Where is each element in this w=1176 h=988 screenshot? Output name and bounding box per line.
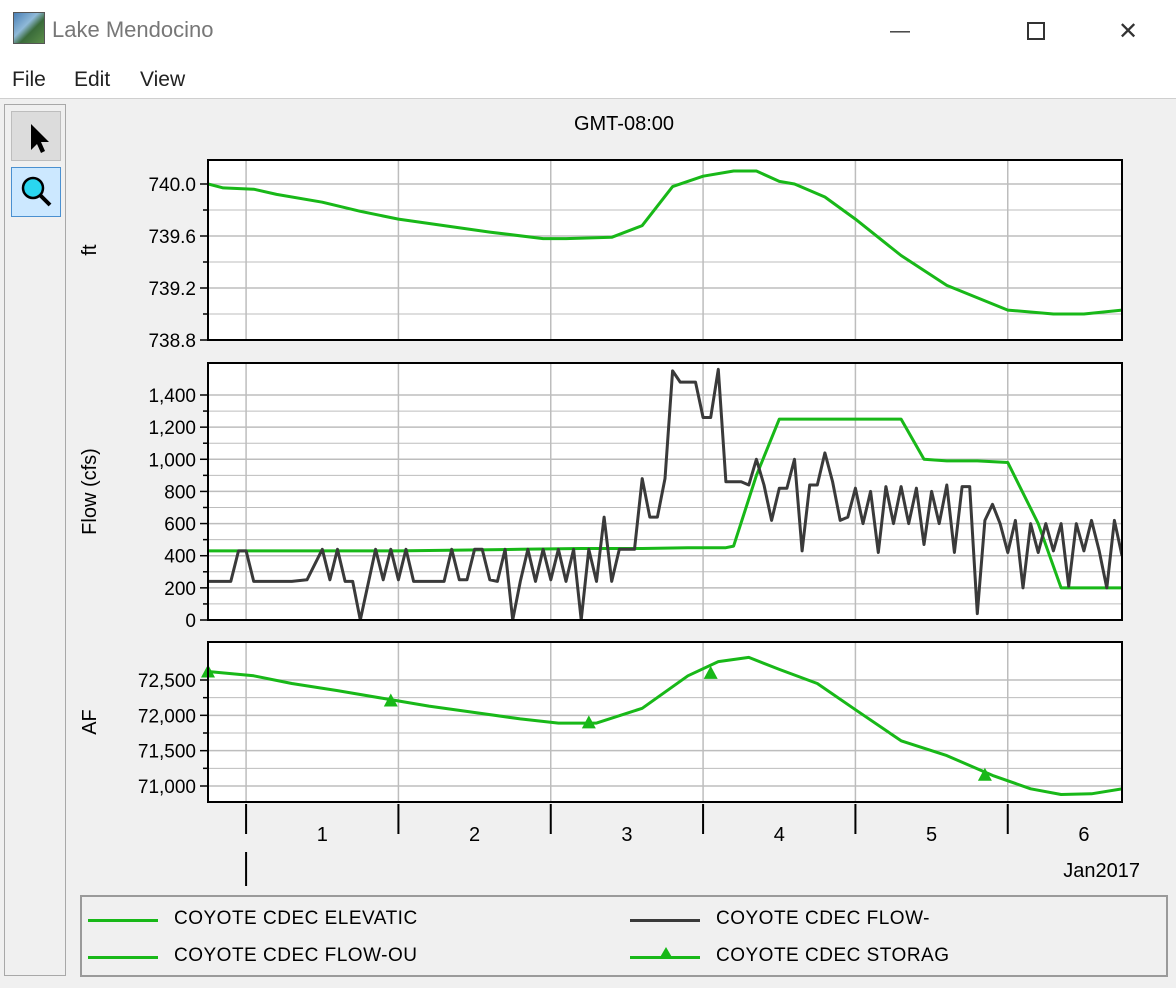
- chart-panel-1: 1,400 1,200 1,000 800 600 400 200 0 Flow (cfs): [79, 362, 1123, 632]
- y-axis-label: Flow (cfs): [79, 448, 101, 535]
- magnifier-icon: [21, 176, 52, 207]
- timezone-label: GMT-08:00: [574, 113, 674, 135]
- legend-label: COYOTE CDEC ELEVATIC: [174, 908, 418, 929]
- x-axis: 1 2 3 4 5 6 Jan2017: [245, 804, 1140, 886]
- y-tick-label: 71,500: [138, 742, 196, 763]
- y-tick-label: 400: [164, 547, 196, 568]
- y-tick-label: 200: [164, 579, 196, 600]
- y-tick-label: 1,400: [148, 386, 196, 407]
- y-tick-label: 800: [164, 482, 196, 503]
- y-axis-label: ft: [79, 244, 101, 256]
- zoom-tool-button[interactable]: [11, 167, 61, 217]
- close-icon: ✕: [1117, 17, 1139, 45]
- y-tick-label: 740.0: [148, 175, 196, 196]
- y-axis-label: AF: [79, 709, 101, 735]
- x-month-label: Jan2017: [1063, 860, 1140, 882]
- y-tick-label: 72,500: [138, 671, 196, 692]
- close-button[interactable]: ✕: [1082, 0, 1174, 62]
- y-tick-label: 600: [164, 515, 196, 536]
- legend-label: COYOTE CDEC STORAG: [716, 945, 950, 966]
- maximize-button[interactable]: [990, 0, 1082, 62]
- menu-file[interactable]: File: [12, 68, 46, 92]
- y-tick-label: 1,000: [148, 450, 196, 471]
- x-tick-label: 6: [1078, 824, 1089, 846]
- legend-item-storage[interactable]: COYOTE CDEC STORAG: [630, 945, 1060, 969]
- y-tick-label: 739.2: [148, 279, 196, 300]
- x-tick-label: 2: [469, 824, 480, 846]
- panel-background: [208, 160, 1122, 340]
- title-bar: Lake Mendocino — ✕: [0, 0, 1176, 62]
- plot-region: GMT-08:00 740.0 739.6 739.2 738.8 ft 1,400 1,20…: [66, 104, 1176, 988]
- legend-item-elevation[interactable]: COYOTE CDEC ELEVATIC: [88, 908, 518, 932]
- x-tick-label: 5: [926, 824, 937, 846]
- chart-panel-2: 72,500 72,000 71,500 71,000 AF: [79, 641, 1123, 803]
- x-tick-label: 4: [774, 824, 785, 846]
- minimize-icon: —: [890, 19, 910, 42]
- menu-edit[interactable]: Edit: [74, 68, 110, 92]
- y-tick-label: 71,000: [138, 777, 196, 798]
- x-tick-label: 1: [317, 824, 328, 846]
- tool-palette: [4, 104, 66, 976]
- maximize-icon: [1027, 22, 1045, 40]
- menu-view[interactable]: View: [140, 68, 185, 92]
- legend-item-flow-in[interactable]: COYOTE CDEC FLOW-: [630, 908, 1060, 932]
- window-title: Lake Mendocino: [52, 17, 214, 42]
- menu-bar: File Edit View: [0, 62, 1176, 99]
- legend: COYOTE CDEC ELEVATIC COYOTE CDEC FLOW- C…: [80, 895, 1168, 977]
- legend-label: COYOTE CDEC FLOW-OU: [174, 945, 418, 966]
- legend-swatch: [88, 919, 158, 922]
- legend-triangle-marker: [659, 947, 673, 959]
- minimize-button[interactable]: —: [854, 0, 946, 62]
- y-tick-label: 1,200: [148, 418, 196, 439]
- pointer-arrow-icon: [31, 124, 49, 153]
- x-tick-label: 3: [621, 824, 632, 846]
- app-icon: [13, 12, 45, 44]
- y-tick-label: 738.8: [148, 331, 196, 352]
- y-tick-label: 739.6: [148, 227, 196, 248]
- y-tick-label: 72,000: [138, 706, 196, 727]
- legend-label: COYOTE CDEC FLOW-: [716, 908, 930, 929]
- legend-swatch: [88, 956, 158, 959]
- legend-item-flow-out[interactable]: COYOTE CDEC FLOW-OU: [88, 945, 518, 969]
- legend-swatch: [630, 919, 700, 922]
- pointer-tool-button[interactable]: [11, 111, 61, 161]
- chart-panel-0: 740.0 739.6 739.2 738.8 ft: [79, 159, 1123, 352]
- time-series-chart[interactable]: GMT-08:00 740.0 739.6 739.2 738.8 ft 1,400 1,20…: [66, 104, 1176, 894]
- y-tick-label: 0: [185, 611, 196, 632]
